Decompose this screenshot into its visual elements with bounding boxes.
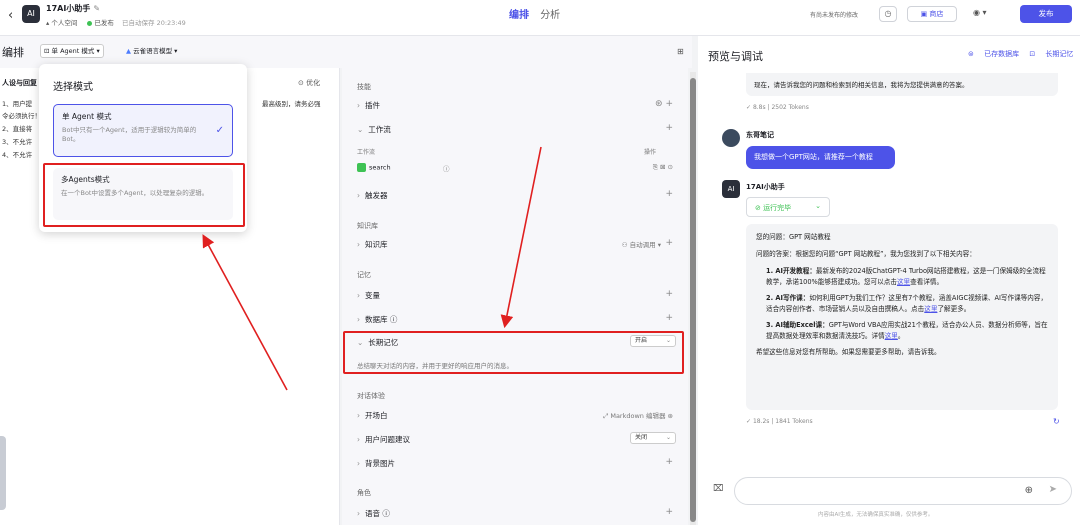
chat-input[interactable]: ⊕ ➤ (734, 477, 1072, 505)
answer-item: 3. AI辅助Excel课：GPT与Word VBA应用实战21个教程，适合办公… (766, 320, 1048, 342)
ai-disclaimer: 内容由AI生成，无法确保真实准确，仅供参考。 (818, 512, 934, 518)
bot-answer: 您的问题：GPT 网站教程 问题的答案：根据您的问题“GPT 网站教程”，我为您… (746, 224, 1058, 410)
answer-item: 1. AI开发教程：最新发布的2024版ChatGPT-4 Turbo网站搭建教… (766, 266, 1048, 288)
stats-text: 8.8s | 2502 Tokens (752, 104, 809, 111)
run-status-label: 运行完毕 (763, 204, 792, 212)
answer-item: 2. AI写作课：如何利用GPT为我们工作？这里有7个教程，涵盖AIGC视频课、… (766, 293, 1048, 315)
saved-db-link[interactable]: ⊜ 已存数据库 (968, 50, 1019, 58)
user-message: 我想做一个GPT网站，请推荐一个教程 (746, 146, 895, 169)
message-stats: ✓ 18.2s | 1841 Tokens (746, 418, 813, 425)
long-memory-link[interactable]: ⊡ 长期记忆 (1029, 50, 1073, 58)
item-tail: 查看详情。 (910, 278, 944, 286)
bot-avatar: AI (722, 180, 740, 198)
item-link[interactable]: 这里 (924, 305, 937, 313)
preview-title: 预览与调试 (708, 50, 763, 63)
item-tail: 了解更多。 (937, 305, 971, 313)
stats-text: 18.2s | 1841 Tokens (752, 418, 813, 425)
add-attachment-icon[interactable]: ⊕ (1025, 485, 1033, 496)
answer-intro: 问题的答案：根据您的问题“GPT 网站教程”，我为您找到了以下相关内容： (756, 250, 976, 258)
chevron-down-icon: ⌄ (815, 202, 821, 210)
answer-outro: 希望这些信息对您有所帮助。如果您需要更多帮助，请告诉我。 (756, 348, 941, 356)
clear-chat-icon[interactable]: ⌧ (713, 484, 723, 494)
bot-name: 17AI小助手 (746, 183, 785, 191)
send-icon[interactable]: ➤ (1049, 484, 1057, 495)
run-status-badge[interactable]: ⊘ 运行完毕 ⌄ (746, 197, 830, 217)
previous-bot-message: 现在，请告诉我您的问题和检索到的相关信息，我将为您提供满意的答案。 (746, 73, 1058, 96)
message-stats: ✓ 8.8s | 2502 Tokens (746, 104, 809, 111)
item-head: 1. AI开发教程： (766, 267, 816, 275)
user-name: 东哥笔记 (746, 131, 774, 139)
preview-panel: 预览与调试 ⊜ 已存数据库 ⊡ 长期记忆 现在，请告诉我您的问题和检索到的相关信… (698, 36, 1080, 525)
arrow-to-multi-agent (202, 234, 288, 391)
item-head: 2. AI写作课： (766, 294, 810, 302)
item-text: 如何利用GPT为我们工作？这里有7个教程，涵盖AIGC视频课、AI写作课等内容，… (766, 294, 1048, 313)
item-link[interactable]: 这里 (885, 332, 898, 340)
answer-question: 您的问题：GPT 网站教程 (756, 233, 831, 241)
long-memory-label: 长期记忆 (1045, 50, 1074, 58)
item-tail: 。 (897, 332, 905, 340)
preview-links: ⊜ 已存数据库 ⊡ 长期记忆 (960, 49, 1073, 59)
item-link[interactable]: 这里 (897, 278, 910, 286)
user-avatar (722, 129, 740, 147)
arrow-to-long-memory (500, 146, 542, 329)
refresh-icon[interactable]: ↻ (1053, 417, 1060, 426)
saved-db-label: 已存数据库 (984, 50, 1020, 58)
item-head: 3. AI辅助Excel课： (766, 321, 829, 329)
